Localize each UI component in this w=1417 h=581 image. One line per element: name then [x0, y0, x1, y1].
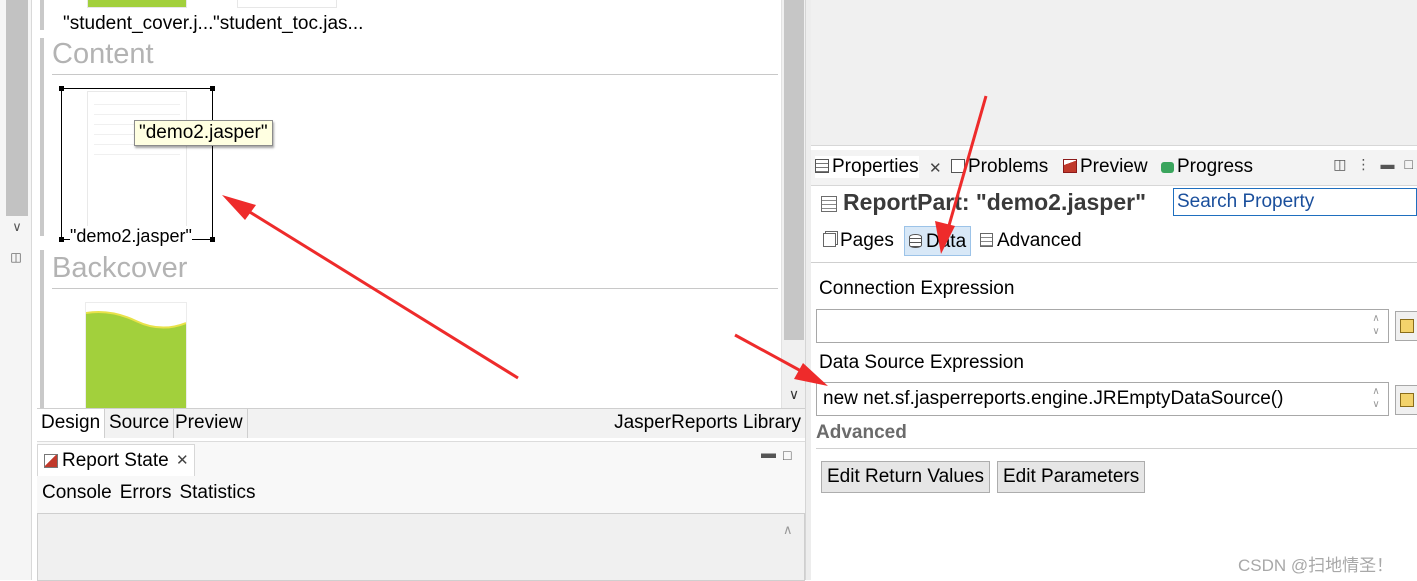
pin-icon[interactable]: ◫	[1333, 156, 1346, 172]
band-marker	[40, 38, 44, 236]
errors-tab[interactable]: Errors	[120, 482, 172, 503]
connection-expression-label: Connection Expression	[819, 278, 1015, 299]
close-icon[interactable]: ✕	[176, 451, 189, 469]
part-label: "demo2.jasper"	[70, 226, 192, 247]
report-state-toolbar: Console Errors Statistics	[42, 482, 263, 504]
part-thumbnail	[87, 91, 187, 236]
part-tooltip: "demo2.jasper"	[134, 120, 273, 146]
minimize-icon[interactable]: ▬	[761, 445, 776, 462]
edit-return-values-button[interactable]: Edit Return Values	[821, 461, 991, 493]
properties-header: ReportPart: "demo2.jasper" Search Proper…	[811, 186, 1417, 220]
search-property-input[interactable]: Search Property	[1173, 188, 1417, 216]
library-label: JasperReports Library	[614, 412, 801, 433]
spin-icon[interactable]: ∧ ∨	[1366, 312, 1386, 340]
edit-parameters-button[interactable]: Edit Parameters	[997, 461, 1146, 493]
data-source-expression-value: new net.sf.jasperreports.engine.JREmptyD…	[823, 388, 1284, 409]
backcover-thumbnail[interactable]	[85, 302, 187, 408]
cover-thumbnail[interactable]	[87, 0, 187, 8]
tab-properties[interactable]: Properties	[815, 156, 919, 178]
divider	[816, 448, 1417, 449]
report-state-title: Report State	[62, 450, 169, 471]
problems-icon	[951, 159, 965, 173]
tab-progress-label: Progress	[1177, 156, 1254, 177]
tab-properties-label: Properties	[832, 156, 919, 177]
close-icon[interactable]: ✕	[929, 159, 942, 177]
tab-preview-view[interactable]: Preview	[1063, 156, 1148, 178]
tab-report-state[interactable]: Report State ✕	[37, 444, 195, 476]
resize-handle[interactable]	[210, 86, 215, 91]
menu-icon[interactable]: ⋮	[1357, 156, 1371, 172]
statistics-tab[interactable]: Statistics	[179, 482, 255, 503]
tab-pages[interactable]: Pages	[819, 226, 898, 256]
gutter-scrollbar-thumb[interactable]	[6, 0, 28, 216]
resize-handle[interactable]	[210, 237, 215, 242]
left-gutter: ∨ ◫	[0, 0, 32, 580]
resize-handle[interactable]	[59, 86, 64, 91]
band-divider	[52, 74, 778, 75]
minimize-icon[interactable]: ▬	[1381, 156, 1395, 172]
chevron-down-icon[interactable]: ∨	[784, 382, 804, 406]
watermark: CSDN @扫地情圣！	[1238, 556, 1394, 575]
advanced-icon	[980, 233, 993, 247]
canvas-scrollbar[interactable]: ∨	[781, 0, 805, 408]
edit-expression-button[interactable]	[1395, 385, 1417, 415]
resize-handle[interactable]	[59, 237, 64, 242]
properties-view: Properties ✕ Problems Preview Progress ◫…	[811, 148, 1417, 580]
tab-data-label: Data	[926, 231, 967, 252]
band-marker	[40, 0, 44, 30]
properties-tabbar: Properties ✕ Problems Preview Progress ◫…	[811, 150, 1417, 186]
progress-icon	[1161, 162, 1174, 173]
band-title-backcover: Backcover	[52, 252, 188, 284]
chevron-down-icon[interactable]: ∨	[6, 216, 28, 238]
cover-part-label: "student_cover.j...	[63, 13, 214, 34]
advanced-section-title: Advanced	[816, 422, 907, 443]
chevron-up-icon[interactable]: ∧	[783, 522, 793, 538]
tab-preview-label: Preview	[1080, 156, 1148, 177]
restore-icon[interactable]: ◫	[9, 250, 23, 264]
pencil-icon	[1400, 393, 1414, 407]
connection-expression-field[interactable]: ∧ ∨	[816, 309, 1389, 343]
pencil-icon	[1400, 319, 1414, 333]
preview-icon	[1063, 159, 1077, 173]
pages-icon	[823, 233, 836, 247]
properties-subtabs: Pages Data Advanced	[811, 226, 1417, 258]
properties-icon	[815, 159, 829, 173]
maximize-icon[interactable]: □	[783, 447, 791, 463]
report-part-icon	[821, 196, 837, 212]
design-canvas[interactable]: "student_cover.j... "student_toc.jas... …	[37, 0, 781, 408]
edit-expression-button[interactable]	[1395, 311, 1417, 341]
toc-part-label: "student_toc.jas...	[213, 13, 364, 34]
toc-thumbnail[interactable]	[237, 0, 337, 8]
tab-data[interactable]: Data	[904, 226, 972, 256]
report-state-icon	[44, 454, 58, 468]
database-icon	[909, 234, 922, 248]
tab-progress[interactable]: Progress	[1161, 156, 1253, 178]
console-output[interactable]: ∧	[37, 513, 805, 581]
band-divider	[52, 288, 778, 289]
canvas-scrollbar-thumb[interactable]	[784, 0, 804, 340]
band-title-content: Content	[52, 38, 154, 70]
band-marker	[40, 250, 44, 408]
tab-problems-label: Problems	[968, 156, 1049, 177]
tab-advanced-label: Advanced	[997, 230, 1082, 251]
properties-title: ReportPart: "demo2.jasper"	[843, 189, 1146, 215]
divider	[811, 262, 1417, 263]
console-tab[interactable]: Console	[42, 482, 112, 503]
report-state-panel: Report State ✕ ▬ □ Console Errors Statisti…	[37, 441, 805, 581]
spin-icon[interactable]: ∧ ∨	[1366, 385, 1386, 413]
tab-preview[interactable]: Preview	[171, 409, 248, 438]
view-toolbar: ◫ ⋮ ▬ □	[1323, 156, 1413, 173]
editor-tabs: Design Source Preview JasperReports Libr…	[37, 408, 805, 438]
tab-pages-label: Pages	[840, 230, 894, 251]
tab-design[interactable]: Design	[37, 409, 106, 438]
data-source-expression-label: Data Source Expression	[819, 352, 1024, 373]
tab-problems[interactable]: Problems	[951, 156, 1048, 178]
empty-view-area	[811, 0, 1417, 146]
tab-source[interactable]: Source	[105, 409, 175, 438]
maximize-icon[interactable]: □	[1405, 156, 1413, 172]
selected-report-part[interactable]	[59, 86, 215, 242]
data-source-expression-field[interactable]: new net.sf.jasperreports.engine.JREmptyD…	[816, 382, 1389, 416]
tab-advanced[interactable]: Advanced	[976, 226, 1086, 256]
